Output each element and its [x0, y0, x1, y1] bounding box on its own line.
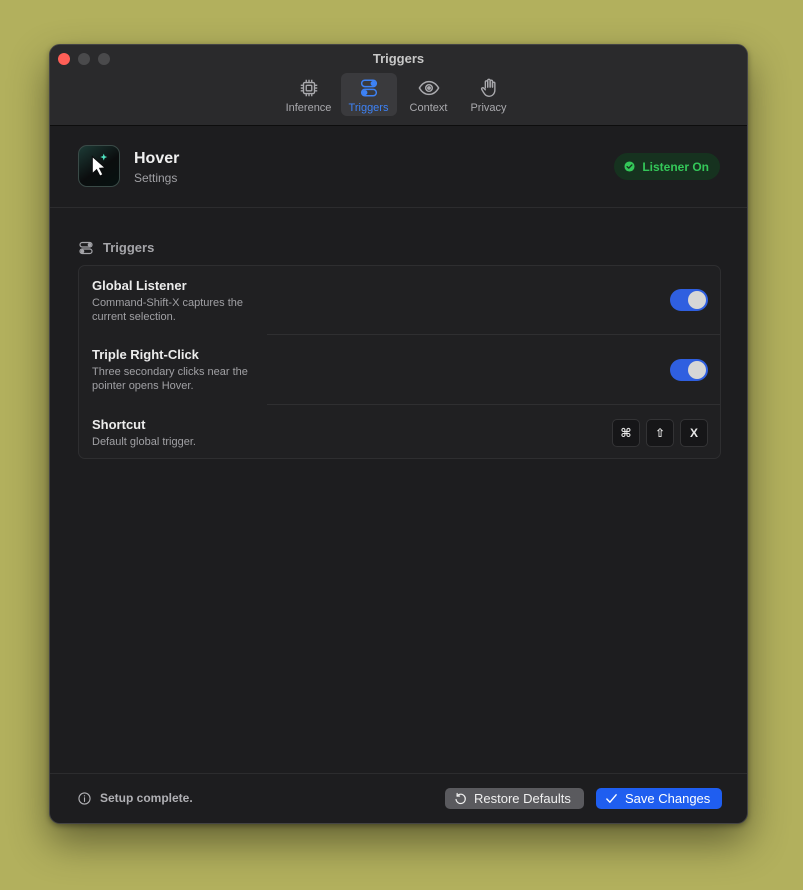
toolbar-tabs: Inference Triggers Context Privacy: [50, 73, 747, 116]
row-title: Global Listener: [92, 278, 187, 293]
toggles-icon: [79, 241, 93, 254]
footer: Setup complete. Restore Defaults Save Ch…: [50, 773, 747, 823]
section-title: Triggers: [103, 240, 155, 255]
triple-right-click-toggle[interactable]: [670, 359, 708, 381]
tab-inference[interactable]: Inference: [281, 73, 337, 116]
tab-label: Triggers: [348, 102, 389, 114]
footer-status-text: Setup complete.: [100, 791, 193, 805]
titlebar: Triggers Inference Triggers Context Priv…: [50, 45, 747, 126]
tab-context[interactable]: Context: [401, 73, 457, 116]
hand-icon: [480, 78, 496, 97]
row-description: Three secondary clicks near the pointer …: [92, 366, 248, 392]
tab-label: Context: [409, 102, 448, 114]
footer-status: Setup complete.: [78, 791, 193, 805]
setting-row-global-listener: Global Listener Command-Shift-X captures…: [79, 266, 720, 336]
global-listener-toggle[interactable]: [670, 289, 708, 311]
toggle-knob: [688, 291, 706, 309]
app-icon: [78, 145, 120, 187]
eye-icon: [418, 80, 439, 96]
tab-label: Privacy: [470, 102, 507, 114]
row-title: Triple Right-Click: [92, 347, 199, 362]
setting-row-shortcut: Shortcut Default global trigger. ⌘ ⇧ X: [79, 405, 720, 459]
restore-defaults-label: Restore Defaults: [474, 791, 571, 806]
command-key: ⌘: [612, 419, 640, 447]
checkmark-icon: [606, 794, 617, 803]
tab-label: Inference: [285, 102, 332, 114]
toggle-knob: [688, 361, 706, 379]
save-changes-button[interactable]: Save Changes: [596, 788, 722, 809]
row-title: Shortcut: [92, 417, 146, 432]
section-header: Triggers: [79, 240, 154, 255]
triggers-card: Global Listener Command-Shift-X captures…: [78, 265, 721, 459]
app-name: Hover: [134, 150, 180, 167]
row-description: Default global trigger.: [92, 436, 196, 448]
restore-defaults-button[interactable]: Restore Defaults: [445, 788, 584, 809]
restore-arrow-icon: [455, 792, 466, 805]
info-icon: [78, 791, 91, 805]
shortcut-keys[interactable]: ⌘ ⇧ X: [612, 419, 708, 447]
checkmark-circle-icon: [624, 161, 635, 172]
app-header: Hover Settings Listener On: [50, 126, 747, 208]
pointer-sparkle-icon: [91, 153, 108, 177]
tab-triggers[interactable]: Triggers: [340, 73, 397, 116]
x-key: X: [680, 419, 708, 447]
cpu-chip-icon: [300, 79, 317, 97]
app-subtitle: Settings: [134, 171, 178, 185]
toggles-icon: [360, 79, 377, 97]
shift-key: ⇧: [646, 419, 674, 447]
status-label: Listener On: [642, 159, 709, 174]
tab-privacy[interactable]: Privacy: [461, 73, 517, 116]
setting-row-triple-right-click: Triple Right-Click Three secondary click…: [79, 335, 720, 405]
settings-window: Triggers Inference Triggers Context Priv…: [49, 44, 748, 824]
row-description: Command-Shift-X captures the current sel…: [92, 297, 244, 323]
window-title: Triggers: [372, 51, 425, 66]
listener-status-badge: Listener On: [614, 153, 720, 180]
save-changes-label: Save Changes: [625, 791, 711, 806]
